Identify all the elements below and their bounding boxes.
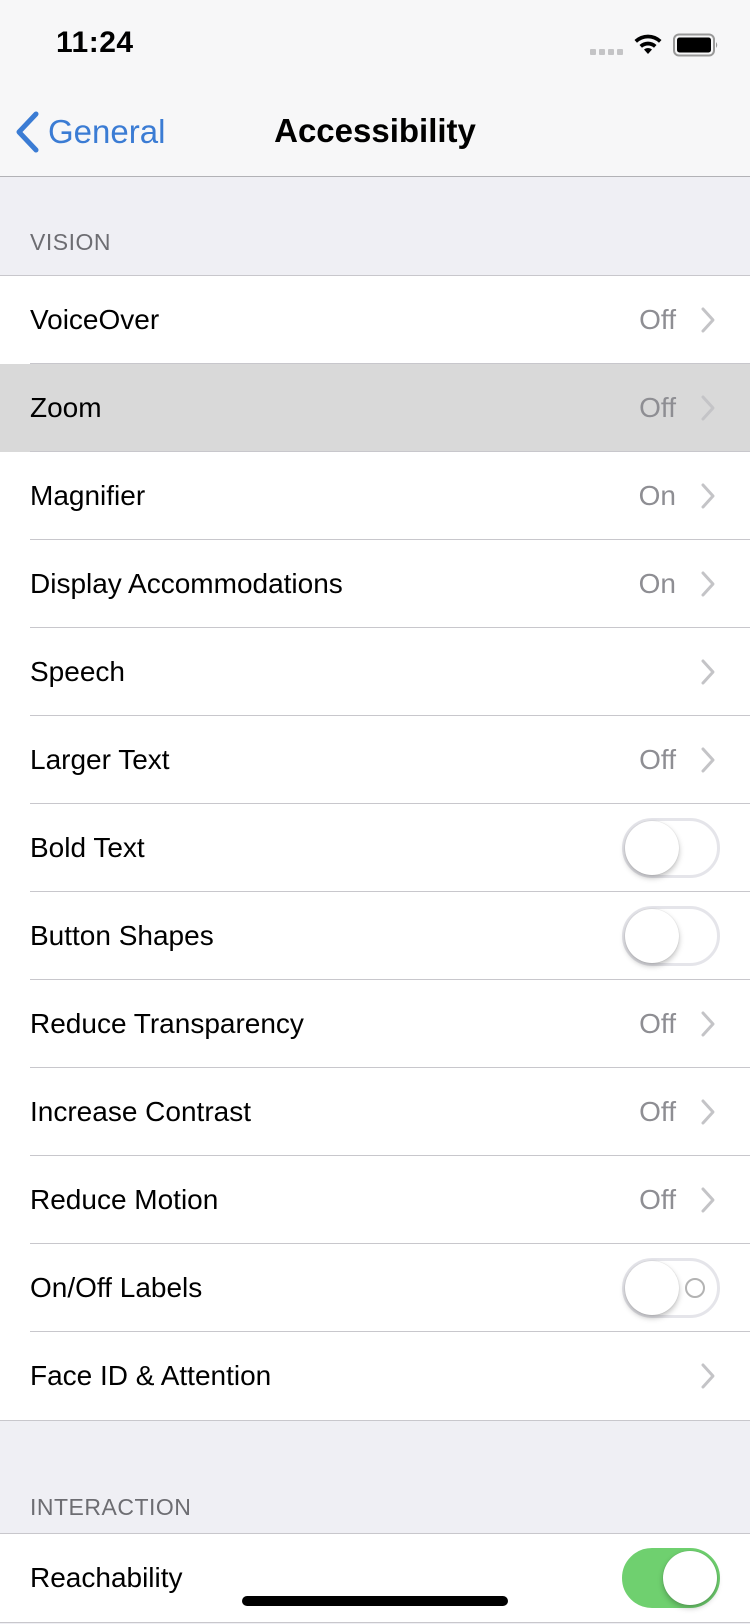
chevron-right-icon — [701, 659, 715, 685]
wifi-icon — [634, 34, 662, 54]
settings-row-bold-text[interactable]: Bold Text — [0, 804, 750, 892]
status-bar: 11:24 — [0, 0, 750, 88]
row-value: Off — [639, 1096, 676, 1127]
toggle-knob[interactable] — [625, 821, 679, 875]
settings-row-reduce-motion[interactable]: Reduce Motion Off — [0, 1156, 750, 1244]
row-value: Off — [639, 304, 676, 335]
settings-row-on-off-labels[interactable]: On/Off Labels — [0, 1244, 750, 1332]
row-value: Off — [639, 744, 676, 775]
chevron-right-icon — [701, 747, 715, 773]
settings-row-reachability[interactable]: Reachability — [0, 1534, 750, 1622]
toggle-knob[interactable] — [625, 1261, 679, 1315]
signal-dots-icon — [590, 49, 623, 55]
row-label: Speech — [30, 656, 125, 687]
row-value: Off — [639, 392, 676, 423]
row-label: Increase Contrast — [30, 1096, 251, 1127]
row-label: Reduce Transparency — [30, 1008, 304, 1039]
page-title: Accessibility — [0, 112, 750, 150]
navigation-bar: General Accessibility — [0, 88, 750, 177]
row-label: Display Accommodations — [30, 568, 343, 599]
row-label: VoiceOver — [30, 304, 160, 335]
settings-row-reduce-transparency[interactable]: Reduce Transparency Off — [0, 980, 750, 1068]
page-title-text: Accessibility — [274, 112, 476, 149]
chevron-right-icon — [701, 571, 715, 597]
toggle-knob[interactable] — [625, 909, 679, 963]
row-value: On — [638, 568, 676, 599]
bold-text-toggle[interactable] — [622, 818, 720, 878]
chevron-right-icon — [701, 1187, 715, 1213]
row-label: Larger Text — [30, 744, 170, 775]
settings-row-zoom[interactable]: Zoom Off — [0, 364, 750, 452]
status-time: 11:24 — [56, 26, 134, 59]
settings-row-increase-contrast[interactable]: Increase Contrast Off — [0, 1068, 750, 1156]
row-label: Bold Text — [30, 832, 145, 863]
chevron-right-icon — [701, 1363, 715, 1389]
row-label: On/Off Labels — [30, 1272, 203, 1303]
section-header-interaction: INTERACTION — [30, 1494, 192, 1520]
row-label: Reachability — [30, 1562, 183, 1593]
chevron-right-icon — [701, 483, 715, 509]
chevron-right-icon — [701, 395, 715, 421]
settings-group-interaction: Reachability — [0, 1533, 750, 1623]
settings-row-voiceover[interactable]: VoiceOver Off — [0, 276, 750, 364]
home-indicator[interactable] — [242, 1596, 508, 1606]
row-label: Button Shapes — [30, 920, 214, 951]
row-label: Reduce Motion — [30, 1184, 219, 1215]
settings-row-display-accommodations[interactable]: Display Accommodations On — [0, 540, 750, 628]
settings-row-magnifier[interactable]: Magnifier On — [0, 452, 750, 540]
on-off-labels-toggle[interactable] — [622, 1258, 720, 1318]
section-header-vision: VISION — [30, 229, 111, 255]
settings-row-larger-text[interactable]: Larger Text Off — [0, 716, 750, 804]
settings-group-vision: VoiceOver Off Zoom Off Magnifier On Display Ac… — [0, 275, 750, 1421]
battery-icon — [673, 33, 718, 57]
chevron-right-icon — [701, 1011, 715, 1037]
off-label-circle-icon — [685, 1278, 705, 1298]
row-value: Off — [639, 1008, 676, 1039]
chevron-right-icon — [701, 1099, 715, 1125]
reachability-toggle[interactable] — [622, 1548, 720, 1608]
chevron-right-icon — [701, 307, 715, 333]
toggle-knob[interactable] — [663, 1551, 717, 1605]
row-value: Off — [639, 1184, 676, 1215]
row-label: Face ID & Attention — [30, 1360, 272, 1391]
settings-row-button-shapes[interactable]: Button Shapes — [0, 892, 750, 980]
settings-row-face-id-attention[interactable]: Face ID & Attention — [0, 1332, 750, 1420]
row-value: On — [638, 480, 676, 511]
button-shapes-toggle[interactable] — [622, 906, 720, 966]
row-label: Magnifier — [30, 480, 146, 511]
settings-row-speech[interactable]: Speech — [0, 628, 750, 716]
row-label: Zoom — [30, 392, 102, 423]
